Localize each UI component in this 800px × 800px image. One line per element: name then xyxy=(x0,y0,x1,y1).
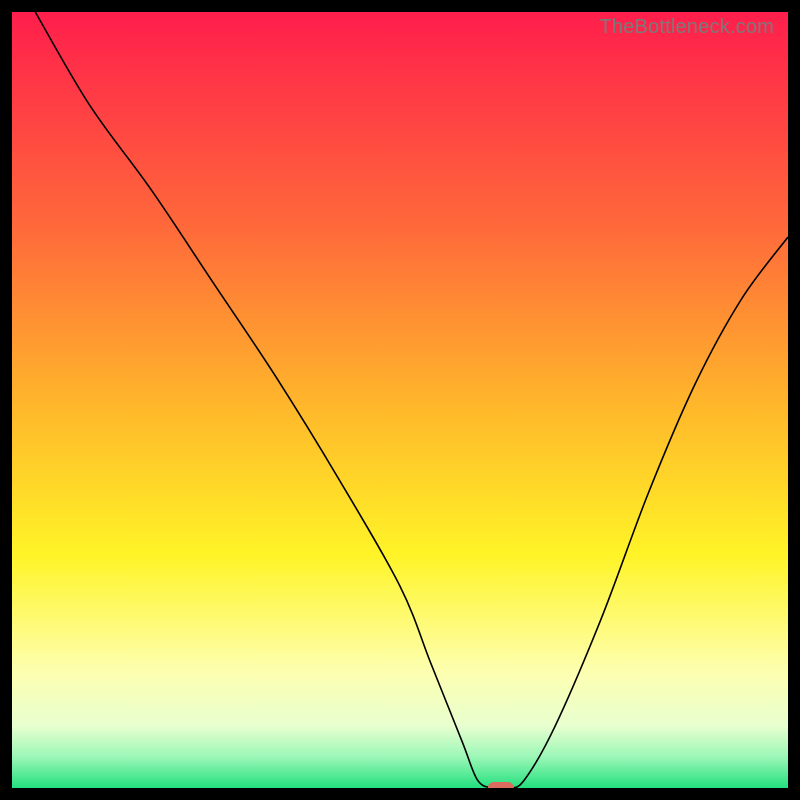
chart-plot-area: TheBottleneck.com xyxy=(12,12,788,788)
chart-background xyxy=(12,12,788,788)
chart-frame: TheBottleneck.com xyxy=(0,0,800,800)
chart-svg xyxy=(12,12,788,788)
watermark-text: TheBottleneck.com xyxy=(599,16,774,39)
optimum-marker xyxy=(488,782,514,788)
